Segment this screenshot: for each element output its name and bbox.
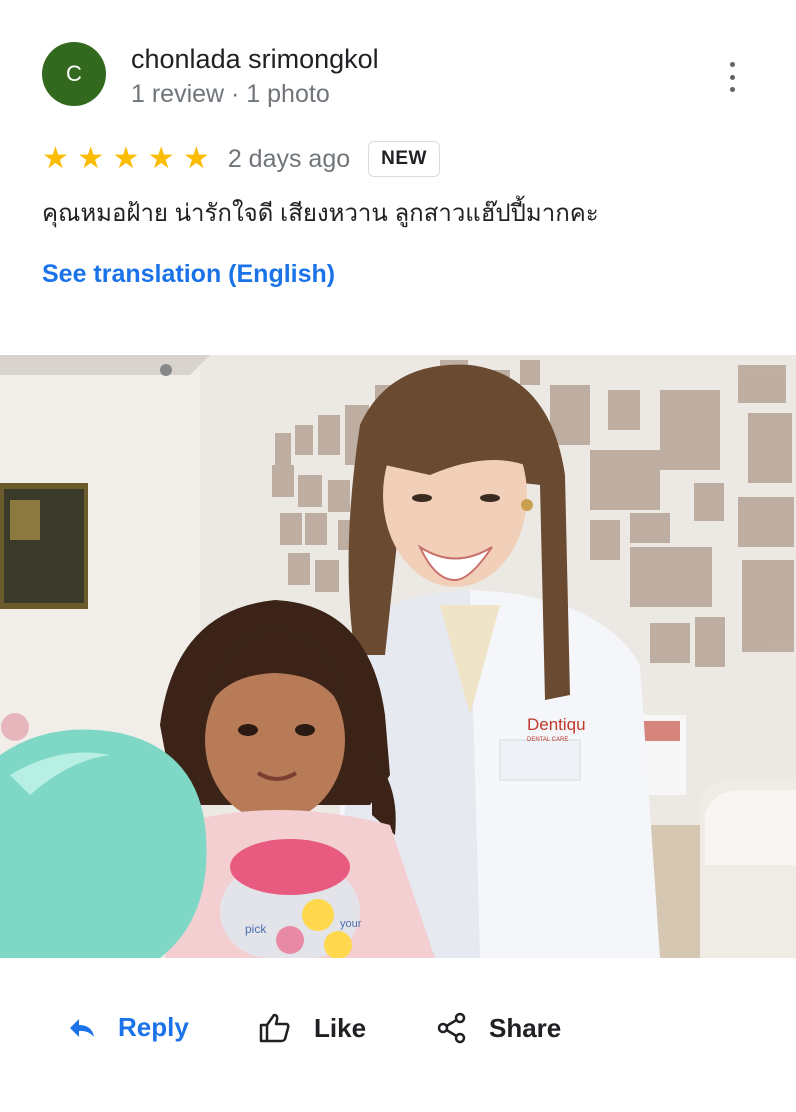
reply-button[interactable]: Reply xyxy=(68,1012,189,1043)
clinic-logo-sub: DENTAL CARE xyxy=(527,737,568,743)
thumb-up-icon xyxy=(259,1013,290,1043)
author-meta: 1 review · 1 photo xyxy=(131,80,330,108)
review-photo[interactable]: Dentiqu DENTAL CARE pick your xyxy=(0,355,796,958)
jar-label-pick: pick xyxy=(245,922,267,936)
jar-label-your: your xyxy=(340,918,362,930)
share-label: Share xyxy=(489,1012,562,1043)
share-icon xyxy=(437,1012,466,1044)
share-button[interactable]: Share xyxy=(437,1012,561,1044)
action-bar: Reply Like Share xyxy=(0,1000,796,1070)
avatar-letter: C xyxy=(66,61,82,86)
reply-label: Reply xyxy=(118,1012,189,1042)
reply-icon xyxy=(70,1018,94,1037)
review-header: C chonlada srimongkol 1 review · 1 photo xyxy=(42,40,762,110)
like-button[interactable]: Like xyxy=(258,1012,366,1044)
review-text: คุณหมอฝ้าย น่ารักใจดี เสียงหวาน ลูกสาวแฮ… xyxy=(42,200,599,227)
clinic-logo-text: Dentiqu xyxy=(527,715,586,734)
like-label: Like xyxy=(314,1012,367,1043)
more-vert-icon[interactable] xyxy=(722,62,742,92)
star-rating: ★ ★ ★ ★ ★ xyxy=(42,142,210,175)
avatar[interactable]: C xyxy=(42,42,106,106)
see-translation-link[interactable]: See translation (English) xyxy=(42,260,335,289)
new-badge: NEW xyxy=(368,141,440,177)
author-name[interactable]: chonlada srimongkol xyxy=(131,44,379,75)
rating-row: ★ ★ ★ ★ ★ 2 days ago NEW xyxy=(42,138,440,180)
review-date: 2 days ago xyxy=(227,144,351,173)
